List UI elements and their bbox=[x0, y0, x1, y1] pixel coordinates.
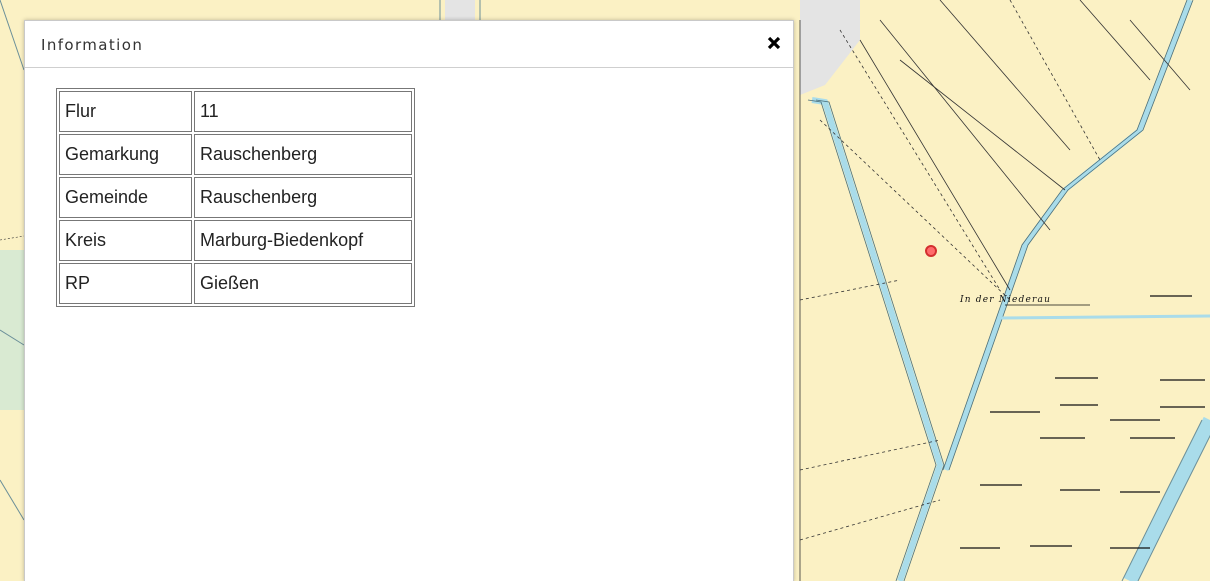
close-x-icon bbox=[767, 36, 781, 50]
table-row: Flur 11 bbox=[59, 91, 412, 132]
info-key-cell: Gemeinde bbox=[59, 177, 192, 218]
information-dialog: Information Flur 11 Gemarkung Rauschenbe… bbox=[24, 20, 794, 581]
info-value-cell: Rauschenberg bbox=[194, 177, 412, 218]
table-row: Gemarkung Rauschenberg bbox=[59, 134, 412, 175]
dialog-header: Information bbox=[25, 21, 793, 68]
info-key-cell: Flur bbox=[59, 91, 192, 132]
info-value-cell: Marburg-Biedenkopf bbox=[194, 220, 412, 261]
close-button[interactable] bbox=[763, 32, 785, 54]
table-row: Gemeinde Rauschenberg bbox=[59, 177, 412, 218]
info-value-cell: Gießen bbox=[194, 263, 412, 304]
table-row: RP Gießen bbox=[59, 263, 412, 304]
table-row: Kreis Marburg-Biedenkopf bbox=[59, 220, 412, 261]
info-key-cell: Gemarkung bbox=[59, 134, 192, 175]
info-key-cell: Kreis bbox=[59, 220, 192, 261]
info-value-cell: 11 bbox=[194, 91, 412, 132]
info-table: Flur 11 Gemarkung Rauschenberg Gemeinde … bbox=[56, 88, 415, 307]
map-place-label: In der Niederau bbox=[959, 295, 1051, 305]
location-marker-icon[interactable] bbox=[925, 245, 937, 257]
info-key-cell: RP bbox=[59, 263, 192, 304]
info-value-cell: Rauschenberg bbox=[194, 134, 412, 175]
dialog-title: Information bbox=[41, 36, 144, 54]
